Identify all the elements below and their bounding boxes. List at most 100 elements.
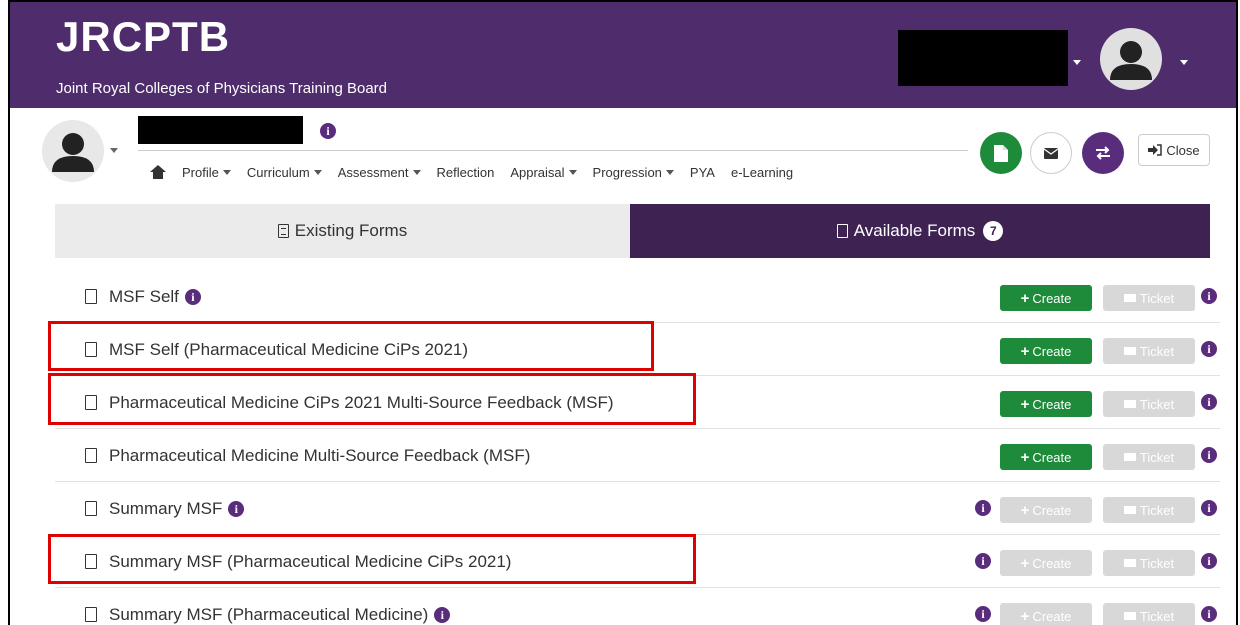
- info-icon[interactable]: i: [1201, 394, 1217, 410]
- trainee-nav: i Profile Curriculum Assessment Reflecti…: [10, 108, 1236, 188]
- document-icon: [994, 144, 1008, 162]
- nav-pya[interactable]: PYA: [690, 165, 715, 180]
- ticket-button[interactable]: Ticket: [1103, 497, 1195, 523]
- info-icon[interactable]: i: [1201, 447, 1217, 463]
- document-lines-icon: [277, 224, 289, 238]
- highlight-box: [48, 534, 696, 584]
- nav-appraisal[interactable]: Appraisal: [510, 165, 577, 180]
- document-icon: [85, 289, 97, 304]
- document-icon: [85, 448, 97, 463]
- envelope-icon: [1044, 147, 1058, 159]
- new-document-button[interactable]: [980, 132, 1022, 174]
- highlight-box: [48, 373, 696, 425]
- plus-icon: +: [1020, 289, 1030, 307]
- info-icon[interactable]: i: [1201, 553, 1217, 569]
- redacted-trainee-name: [138, 116, 303, 144]
- info-icon[interactable]: i: [320, 123, 336, 139]
- nav-assessment[interactable]: Assessment: [338, 165, 421, 180]
- main-menu: Profile Curriculum Assessment Reflection…: [150, 162, 809, 182]
- plus-icon: +: [1020, 342, 1030, 360]
- user-avatar[interactable]: [1100, 28, 1162, 90]
- chevron-down-icon: [222, 169, 231, 175]
- info-icon[interactable]: i: [975, 500, 991, 516]
- logo-subtitle: Joint Royal Colleges of Physicians Train…: [56, 80, 388, 97]
- nav-progression[interactable]: Progression: [593, 165, 674, 180]
- create-button[interactable]: + Create: [1000, 285, 1092, 311]
- info-icon[interactable]: i: [228, 500, 245, 517]
- top-header: JRCPTB Joint Royal Colleges of Physician…: [10, 2, 1236, 108]
- messages-button[interactable]: [1030, 132, 1072, 174]
- create-button-disabled: + Create: [1000, 497, 1092, 523]
- sign-out-icon: [1148, 144, 1163, 156]
- plus-icon: +: [1020, 554, 1030, 572]
- form-link[interactable]: Pharmaceutical Medicine Multi-Source Fee…: [85, 429, 530, 482]
- info-icon[interactable]: i: [184, 288, 201, 305]
- plus-icon: +: [1020, 607, 1030, 625]
- create-button-disabled: + Create: [1000, 603, 1092, 625]
- chevron-down-icon: [665, 169, 674, 175]
- nav-curriculum[interactable]: Curriculum: [247, 165, 322, 180]
- redacted-user-name: [898, 30, 1068, 86]
- ticket-icon: [1123, 347, 1136, 355]
- create-button[interactable]: + Create: [1000, 391, 1092, 417]
- close-button[interactable]: Close: [1138, 134, 1210, 166]
- info-icon[interactable]: i: [1201, 500, 1217, 516]
- form-row: Summary MSF (Pharmaceutical Medicine) i …: [55, 588, 1220, 625]
- ticket-button[interactable]: Ticket: [1103, 338, 1195, 364]
- user-icon: [1110, 41, 1152, 80]
- form-row: MSF Self i + Create Ticket i: [55, 270, 1220, 323]
- document-icon: [836, 224, 848, 238]
- nav-divider: [138, 150, 968, 151]
- home-icon: [150, 165, 166, 179]
- ticket-button[interactable]: Ticket: [1103, 444, 1195, 470]
- info-icon[interactable]: i: [1201, 288, 1217, 304]
- highlight-box: [48, 321, 654, 371]
- switch-trainee-button[interactable]: [1082, 132, 1124, 174]
- swap-icon: [1096, 146, 1110, 160]
- ticket-icon: [1123, 400, 1136, 408]
- available-count-badge: 7: [983, 221, 1004, 241]
- form-link[interactable]: MSF Self i: [85, 270, 201, 323]
- ticket-icon: [1123, 559, 1136, 567]
- tab-existing-forms[interactable]: Existing Forms: [55, 204, 630, 258]
- nav-home[interactable]: [150, 165, 166, 179]
- form-link[interactable]: Summary MSF (Pharmaceutical Medicine) i: [85, 588, 451, 625]
- form-row: Pharmaceutical Medicine Multi-Source Fee…: [55, 429, 1220, 482]
- info-icon[interactable]: i: [975, 553, 991, 569]
- create-button[interactable]: + Create: [1000, 444, 1092, 470]
- ticket-icon: [1123, 506, 1136, 514]
- create-button[interactable]: + Create: [1000, 338, 1092, 364]
- info-icon[interactable]: i: [975, 606, 991, 622]
- tab-available-forms[interactable]: Available Forms 7: [630, 204, 1210, 258]
- trainee-avatar[interactable]: [42, 120, 104, 182]
- user-dropdown-caret[interactable]: [1073, 60, 1081, 65]
- form-row: Summary MSF i i + Create Ticket i: [55, 482, 1220, 535]
- document-icon: [85, 501, 97, 516]
- plus-icon: +: [1020, 448, 1030, 466]
- info-icon[interactable]: i: [1201, 606, 1217, 622]
- info-icon[interactable]: i: [1201, 341, 1217, 357]
- nav-reflection[interactable]: Reflection: [437, 165, 495, 180]
- nav-profile[interactable]: Profile: [182, 165, 231, 180]
- logo[interactable]: JRCPTB: [56, 16, 230, 58]
- plus-icon: +: [1020, 501, 1030, 519]
- form-link[interactable]: Summary MSF i: [85, 482, 245, 535]
- ticket-button[interactable]: Ticket: [1103, 603, 1195, 625]
- avatar-dropdown-caret[interactable]: [1180, 60, 1188, 65]
- info-icon[interactable]: i: [434, 606, 451, 623]
- ticket-icon: [1123, 294, 1136, 302]
- create-button-disabled: + Create: [1000, 550, 1092, 576]
- chevron-down-icon: [313, 169, 322, 175]
- chevron-down-icon: [412, 169, 421, 175]
- trainee-dropdown-caret[interactable]: [110, 148, 118, 153]
- plus-icon: +: [1020, 395, 1030, 413]
- nav-elearning[interactable]: e-Learning: [731, 165, 793, 180]
- ticket-button[interactable]: Ticket: [1103, 550, 1195, 576]
- chevron-down-icon: [568, 169, 577, 175]
- ticket-icon: [1123, 453, 1136, 461]
- app-frame: JRCPTB Joint Royal Colleges of Physician…: [8, 0, 1238, 625]
- ticket-button[interactable]: Ticket: [1103, 391, 1195, 417]
- ticket-icon: [1123, 612, 1136, 620]
- ticket-button[interactable]: Ticket: [1103, 285, 1195, 311]
- document-icon: [85, 607, 97, 622]
